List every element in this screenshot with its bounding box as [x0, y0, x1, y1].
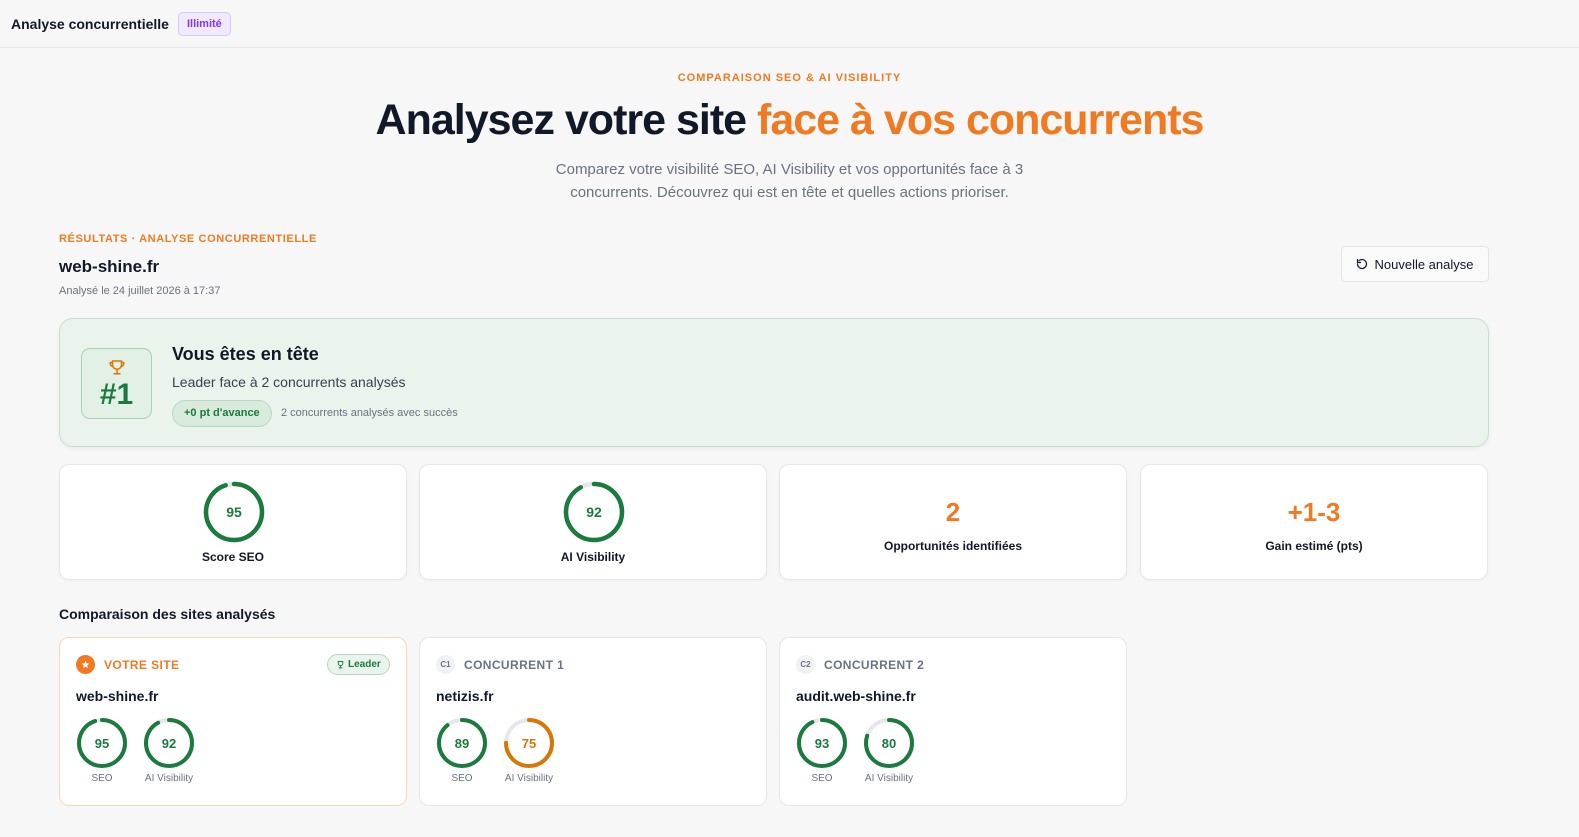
refresh-icon — [1357, 258, 1368, 270]
comparison-title: Comparaison des sites analysés — [59, 606, 276, 622]
site-card-own: VOTRE SITE Leader web-shine.fr 95 SEO 92… — [59, 637, 407, 806]
seo-score-label: Score SEO — [201, 550, 265, 564]
competitor-badge: C1 — [436, 655, 455, 674]
site-card-header: C2 CONCURRENT 2 — [796, 655, 924, 674]
site-tag: VOTRE SITE — [104, 657, 180, 672]
site-card-competitor-1: C1 CONCURRENT 1 netizis.fr 89 SEO 75 AI … — [419, 637, 767, 806]
gain-value: +1-3 — [1287, 497, 1341, 527]
leader-banner: #1 Vous êtes en tête Leader face à 2 con… — [59, 318, 1489, 447]
new-analysis-label: Nouvelle analyse — [1374, 256, 1474, 272]
kpi-gain-card: +1-3 Gain estimé (pts) — [1140, 464, 1488, 580]
title-main: Analysez votre site — [375, 96, 758, 144]
rank-box: #1 — [81, 348, 152, 419]
analysis-date: Analysé le 24 juillet 2026 à 17:37 — [59, 285, 221, 297]
trophy-icon — [109, 360, 125, 375]
site-ai-metric: 75 AI Visibility — [489, 717, 569, 784]
site-ai-metric: 92 AI Visibility — [129, 717, 209, 784]
opportunities-label: Opportunités identifiées — [883, 539, 1022, 553]
gain-label: Gain estimé (pts) — [1265, 539, 1363, 553]
ai-value: 92 — [162, 736, 176, 751]
top-bar: Analyse concurrentielle Illimité — [0, 0, 1579, 48]
site-domain: audit.web-shine.fr — [796, 688, 916, 704]
seo-value: 89 — [455, 736, 469, 751]
site-card-header: C1 CONCURRENT 1 — [436, 655, 564, 674]
kpi-seo-card: 95 Score SEO — [59, 464, 407, 580]
seo-score-value: 95 — [226, 504, 242, 520]
seo-value: 93 — [815, 736, 829, 751]
ai-ring: 80 — [864, 718, 914, 768]
new-analysis-button[interactable]: Nouvelle analyse — [1341, 246, 1489, 282]
lead-note: 2 concurrents analysés avec succès — [281, 407, 458, 419]
seo-ring: 95 — [77, 718, 127, 768]
results-header: RÉSULTATS · ANALYSE CONCURRENTIELLE web-… — [59, 233, 317, 297]
seo-ring: 93 — [797, 718, 847, 768]
seo-score-ring: 95 — [203, 481, 265, 543]
page-title: Analysez votre site face à vos concurren… — [0, 94, 1579, 146]
ai-score-value: 92 — [586, 504, 602, 520]
hero-section: COMPARAISON SEO & AI VISIBILITY Analysez… — [0, 72, 1579, 204]
hero-eyebrow: COMPARAISON SEO & AI VISIBILITY — [677, 72, 902, 84]
ai-label: AI Visibility — [504, 773, 554, 784]
site-tag: CONCURRENT 1 — [464, 657, 565, 672]
star-icon — [76, 655, 95, 674]
title-accent: face à vos concurrents — [757, 96, 1204, 144]
hero-subtitle: Comparez votre visibilité SEO, AI Visibi… — [555, 161, 1024, 201]
site-domain: web-shine.fr — [76, 688, 159, 704]
ai-score-ring: 92 — [563, 481, 625, 543]
ai-value: 75 — [522, 736, 536, 751]
ai-ring: 92 — [144, 718, 194, 768]
site-card-competitor-2: C2 CONCURRENT 2 audit.web-shine.fr 93 SE… — [779, 637, 1127, 806]
ai-score-label: AI Visibility — [560, 550, 626, 564]
ai-ring: 75 — [504, 718, 554, 768]
ai-label: AI Visibility — [864, 773, 914, 784]
trophy-icon — [337, 661, 344, 669]
analyzed-domain: web-shine.fr — [59, 257, 160, 276]
site-ai-metric: 80 AI Visibility — [849, 717, 929, 784]
opportunities-value: 2 — [945, 497, 961, 527]
app-title: Analyse concurrentielle — [11, 15, 169, 32]
plan-badge: Illimité — [177, 11, 231, 36]
leader-badge-label: Leader — [348, 659, 381, 670]
lead-pill: +0 pt d'avance — [172, 400, 272, 427]
ai-label: AI Visibility — [144, 773, 194, 784]
kpi-ai-card: 92 AI Visibility — [419, 464, 767, 580]
site-card-header: VOTRE SITE — [76, 655, 179, 674]
seo-ring: 89 — [437, 718, 487, 768]
ai-value: 80 — [882, 736, 896, 751]
competitor-badge: C2 — [796, 655, 815, 674]
seo-value: 95 — [95, 736, 109, 751]
rank-number: #1 — [99, 378, 134, 411]
banner-title: Vous êtes en tête — [172, 344, 319, 364]
banner-subtitle: Leader face à 2 concurrents analysés — [172, 374, 406, 390]
leader-badge: Leader — [327, 654, 390, 675]
results-eyebrow: RÉSULTATS · ANALYSE CONCURRENTIELLE — [59, 233, 317, 245]
site-domain: netizis.fr — [436, 688, 494, 704]
site-tag: CONCURRENT 2 — [824, 657, 925, 672]
kpi-opportunities-card: 2 Opportunités identifiées — [779, 464, 1127, 580]
